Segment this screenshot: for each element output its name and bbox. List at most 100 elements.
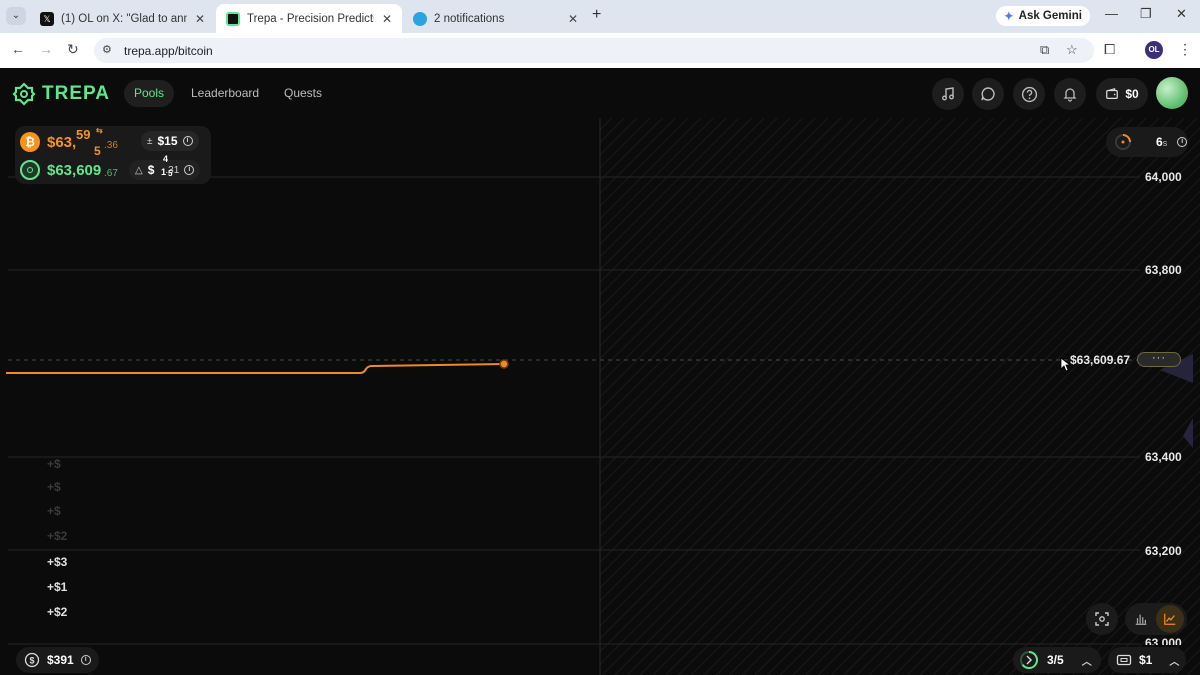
info-icon[interactable]: i (182, 136, 193, 146)
payout-label: +$ (47, 480, 61, 494)
focus-button[interactable] (1086, 603, 1118, 635)
round-count: 3/5 (1047, 653, 1064, 667)
svg-text:$: $ (29, 656, 34, 666)
distribution-mode-button[interactable] (1127, 605, 1155, 633)
new-tab-button[interactable]: + (592, 6, 601, 24)
browser-toolbar: ← → ↻ ⚙ trepa.app/bitcoin ⧉ ☆ ⧠ OL ⋮ (0, 33, 1200, 68)
restore-icon[interactable]: ❐ (1140, 6, 1152, 22)
wallet-amount: $0 (1125, 87, 1139, 101)
predicted-price-decimals: .67 (104, 168, 118, 179)
more-options-button[interactable]: ··· (1137, 352, 1181, 367)
x-logo-icon: 𝕏 (40, 11, 54, 26)
tab-search-button[interactable]: ⌄ (6, 7, 26, 25)
y-tick-label: 63,200 (1145, 544, 1182, 558)
install-app-icon[interactable]: ⧉ (1040, 42, 1049, 58)
close-tab-icon[interactable]: ✕ (187, 12, 205, 26)
delta-chip[interactable]: △ $ 4 1 5 .31 i (129, 154, 201, 180)
btc-price-digits-top: 59 (76, 127, 91, 142)
back-arrow-icon[interactable]: ← (11, 41, 25, 57)
telegram-icon (413, 11, 427, 26)
address-bar[interactable]: ⚙ trepa.app/bitcoin ⧉ ☆ (94, 38, 1094, 63)
btc-price-digit-rolling: 5 (94, 144, 101, 158)
delta-currency: $ (147, 163, 155, 177)
payout-label: +$ (47, 457, 61, 471)
tab-telegram[interactable]: 2 notifications ✕ (403, 4, 588, 33)
line-chart-icon (1164, 613, 1176, 625)
bell-icon (1063, 88, 1077, 102)
notifications-button[interactable] (1054, 78, 1086, 110)
future-zone-hatch (600, 118, 1200, 675)
current-price-label: $63,609.67 (1070, 353, 1131, 367)
info-icon[interactable]: i (1177, 137, 1188, 147)
y-tick-label: 63,000 (1145, 636, 1182, 645)
y-tick-label: 64,000 (1145, 170, 1182, 184)
bet-amount: $1 (1139, 653, 1153, 667)
ask-gemini-label: Ask Gemini (1018, 10, 1082, 22)
music-note-icon (942, 87, 954, 101)
user-avatar[interactable] (1156, 77, 1188, 109)
wallet-icon (1106, 87, 1119, 99)
reload-icon[interactable]: ↻ (67, 41, 79, 58)
price-line (6, 363, 505, 374)
profile-avatar[interactable]: OL (1145, 41, 1163, 59)
focus-target-icon (1095, 612, 1109, 626)
bet-amount-chip[interactable]: $1 ︿ (1108, 647, 1186, 673)
close-window-icon[interactable]: ✕ (1176, 6, 1187, 22)
nav-pools[interactable]: Pools (124, 80, 175, 107)
tab-title: Trepa - Precision Predictions (247, 12, 374, 25)
price-chart[interactable] (0, 118, 1200, 675)
round-chip[interactable]: 3/5 ︿ (1013, 647, 1101, 673)
site-info-icon[interactable]: ⚙ (102, 43, 112, 56)
close-tab-icon[interactable]: ✕ (374, 12, 392, 26)
delta-digit-mid: 1 (161, 167, 167, 177)
y-tick-label: 63,800 (1145, 263, 1182, 277)
range-chip[interactable]: ± $15 i (141, 131, 199, 151)
tab-title: 2 notifications (434, 12, 505, 25)
help-button[interactable] (1013, 78, 1045, 110)
chat-bubble-icon (981, 87, 995, 101)
close-tab-icon[interactable]: ✕ (560, 12, 578, 26)
wallet-button[interactable]: $0 (1096, 78, 1148, 110)
round-timer[interactable]: 6s i (1106, 127, 1188, 157)
gemini-sparkle-icon: ✦ (1004, 11, 1014, 23)
histogram-icon (1135, 614, 1147, 625)
info-icon[interactable]: i (184, 165, 195, 175)
extensions-puzzle-icon[interactable]: ⧠ (1104, 41, 1115, 58)
timer-value: 6s (1156, 135, 1168, 149)
delta-digit-sub: 5 (168, 169, 173, 178)
nav-leaderboard[interactable]: Leaderboard (181, 80, 269, 107)
info-icon[interactable]: i (80, 655, 91, 665)
chevron-up-icon[interactable]: ︿ (1169, 653, 1179, 668)
trepa-logo[interactable]: TREPA (12, 82, 110, 106)
payout-label: +$2 (47, 529, 68, 543)
bookmark-star-icon[interactable]: ☆ (1066, 42, 1078, 58)
tab-x-post[interactable]: 𝕏 (1) OL on X: "Glad to announce ✕ (30, 4, 215, 33)
line-mode-button[interactable] (1156, 605, 1184, 633)
btc-price-main: $63, (47, 134, 77, 151)
plus-minus-icon: ± (147, 135, 153, 147)
tab-trepa[interactable]: Trepa - Precision Predictions ✕ (216, 4, 402, 33)
balance-amount: $391 (47, 653, 74, 667)
payout-label: +$3 (47, 555, 68, 569)
price-panel: ₿ $63, 59 ⇆ 5 .36 ± $15 i $63,609 .67 △ … (15, 126, 211, 184)
balance-chip[interactable]: $ $391 i (16, 647, 99, 673)
nav-quests[interactable]: Quests (274, 80, 332, 107)
rolling-arrows-icon: ⇆ (96, 126, 103, 135)
forward-arrow-icon[interactable]: → (39, 41, 53, 57)
current-price-dot (499, 359, 509, 369)
chat-button[interactable] (972, 78, 1004, 110)
round-progress-icon (1020, 651, 1038, 669)
y-tick-label: 63,400 (1145, 450, 1182, 464)
predicted-price-main: $63,609 (47, 162, 102, 179)
trepa-logo-icon (12, 82, 36, 106)
minimize-icon[interactable]: — (1105, 6, 1118, 21)
payout-label: +$1 (47, 580, 68, 594)
ask-gemini-button[interactable]: ✦ Ask Gemini (996, 6, 1090, 26)
btc-price-decimals: .36 (104, 140, 118, 151)
chevron-up-icon[interactable]: ︿ (1082, 653, 1092, 668)
browser-tab-bar: ⌄ 𝕏 (1) OL on X: "Glad to announce ✕ Tre… (0, 0, 1200, 33)
range-value: $15 (157, 134, 178, 148)
music-button[interactable] (932, 78, 964, 110)
menu-kebab-icon[interactable]: ⋮ (1178, 41, 1192, 58)
payout-label: +$2 (47, 605, 68, 619)
